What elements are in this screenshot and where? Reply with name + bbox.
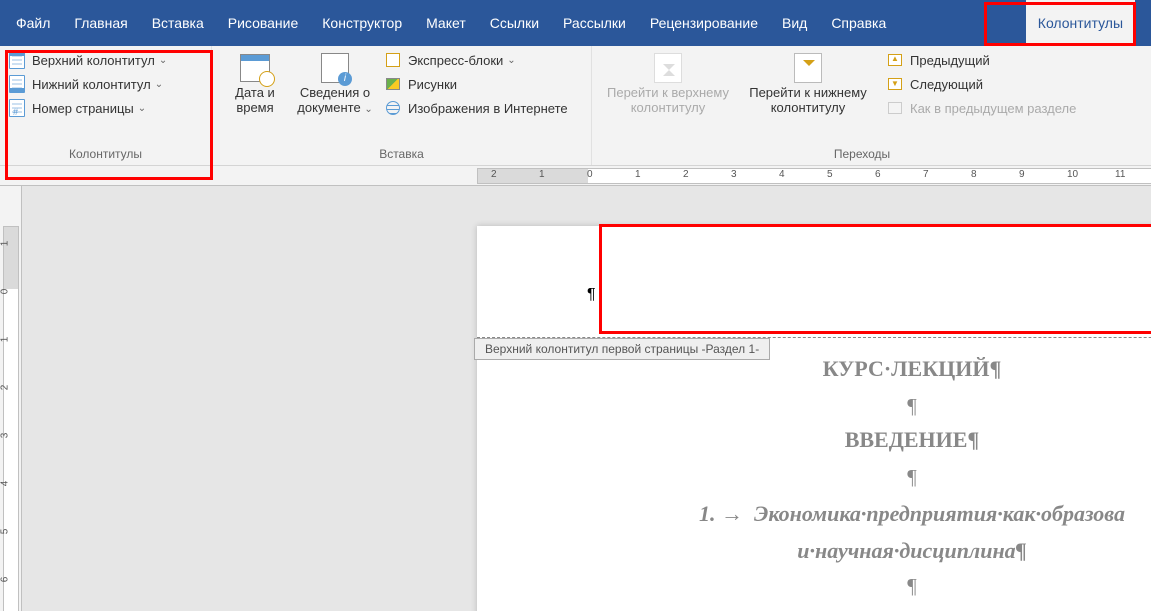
- paragraph-mark-icon: ¶: [587, 286, 596, 304]
- chevron-down-icon: ⌄: [155, 79, 163, 90]
- document-info-icon: [319, 52, 351, 84]
- header-section-tag: Верхний колонтитул первой страницы -Разд…: [474, 338, 770, 360]
- header-area[interactable]: ¶: [477, 226, 1151, 338]
- ribbon-tabs: Файл Главная Вставка Рисование Конструкт…: [0, 0, 1151, 46]
- tab-mailings[interactable]: Рассылки: [551, 0, 638, 46]
- date-time-button[interactable]: Дата ивремя: [218, 48, 292, 120]
- tab-view[interactable]: Вид: [770, 0, 819, 46]
- online-pictures-icon: [384, 99, 402, 117]
- tab-draw[interactable]: Рисование: [216, 0, 311, 46]
- calendar-icon: [239, 52, 271, 84]
- tab-layout[interactable]: Макет: [414, 0, 478, 46]
- tab-home[interactable]: Главная: [62, 0, 139, 46]
- doc-heading-1: 1. → Экономика·предприятия·как·образова: [587, 497, 1151, 530]
- tab-references[interactable]: Ссылки: [478, 0, 551, 46]
- online-pictures-button[interactable]: Изображения в Интернете: [382, 96, 574, 120]
- group-insert-label: Вставка: [218, 145, 585, 165]
- pictures-icon: [384, 75, 402, 93]
- doc-paragraph: Экономика· предприятия· достаточно· слож…: [587, 603, 1151, 611]
- header-dropdown[interactable]: Верхний колонтитул ⌄: [6, 48, 173, 72]
- header-icon: [8, 51, 26, 69]
- chevron-down-icon: ⌄: [159, 55, 167, 66]
- tab-help[interactable]: Справка: [819, 0, 898, 46]
- ribbon: Верхний колонтитул ⌄ Нижний колонтитул ⌄…: [0, 46, 1151, 166]
- previous-section-button[interactable]: Предыдущий: [884, 48, 1082, 72]
- page-number-dropdown[interactable]: Номер страницы ⌄: [6, 96, 173, 120]
- highlight-header-area: [599, 224, 1151, 334]
- quick-parts-dropdown[interactable]: Экспресс-блоки ⌄: [382, 48, 574, 72]
- tab-file[interactable]: Файл: [4, 0, 62, 46]
- next-icon: [886, 75, 904, 93]
- ribbon-group-navigation: Перейти к верхнемуколонтитулу Перейти к …: [592, 46, 1132, 165]
- doc-heading-1-cont: и·научная·дисциплина¶: [587, 534, 1151, 567]
- next-section-button[interactable]: Следующий: [884, 72, 1082, 96]
- footer-label: Нижний колонтитул: [32, 77, 151, 92]
- tab-review[interactable]: Рецензирование: [638, 0, 770, 46]
- link-previous-icon: [886, 99, 904, 117]
- page-number-icon: [8, 99, 26, 117]
- blank-para: ¶: [587, 391, 1151, 423]
- go-footer-icon: [792, 52, 824, 84]
- tab-design[interactable]: Конструктор: [310, 0, 414, 46]
- blank-para: ¶: [587, 571, 1151, 603]
- tab-headers-footers[interactable]: Колонтитулы: [1026, 0, 1135, 46]
- previous-icon: [886, 51, 904, 69]
- quick-parts-icon: [384, 51, 402, 69]
- blank-para: ¶: [587, 462, 1151, 494]
- document-area: ¶ Верхний колонтитул первой страницы -Ра…: [22, 186, 1151, 611]
- group-nav-label: Переходы: [598, 145, 1126, 165]
- footer-icon: [8, 75, 26, 93]
- go-header-icon: [652, 52, 684, 84]
- go-to-footer-button[interactable]: Перейти к нижнемуколонтитулу: [738, 48, 878, 120]
- document-body: КУРС·ЛЕКЦИЙ¶ ¶ ВВЕДЕНИЕ¶ ¶ 1. → Экономик…: [477, 338, 1151, 611]
- doc-info-button[interactable]: Сведения одокументе ⌄: [292, 48, 378, 120]
- tab-insert[interactable]: Вставка: [140, 0, 216, 46]
- page-number-label: Номер страницы: [32, 101, 134, 116]
- footer-dropdown[interactable]: Нижний колонтитул ⌄: [6, 72, 173, 96]
- ribbon-group-insert: Дата ивремя Сведения одокументе ⌄ Экспре…: [212, 46, 592, 165]
- document-page[interactable]: ¶ Верхний колонтитул первой страницы -Ра…: [477, 226, 1151, 611]
- horizontal-ruler[interactable]: 2101234567891011: [0, 166, 1151, 186]
- go-to-header-button: Перейти к верхнемуколонтитулу: [598, 48, 738, 120]
- chevron-down-icon: ⌄: [507, 55, 515, 66]
- doc-intro: ВВЕДЕНИЕ¶: [587, 423, 1151, 456]
- link-to-previous-button: Как в предыдущем разделе: [884, 96, 1082, 120]
- ribbon-group-headers: Верхний колонтитул ⌄ Нижний колонтитул ⌄…: [0, 46, 212, 165]
- group-headers-label: Колонтитулы: [6, 145, 205, 165]
- vertical-ruler[interactable]: 10123456: [0, 186, 22, 611]
- chevron-down-icon: ⌄: [138, 103, 146, 114]
- pictures-button[interactable]: Рисунки: [382, 72, 574, 96]
- header-label: Верхний колонтитул: [32, 53, 155, 68]
